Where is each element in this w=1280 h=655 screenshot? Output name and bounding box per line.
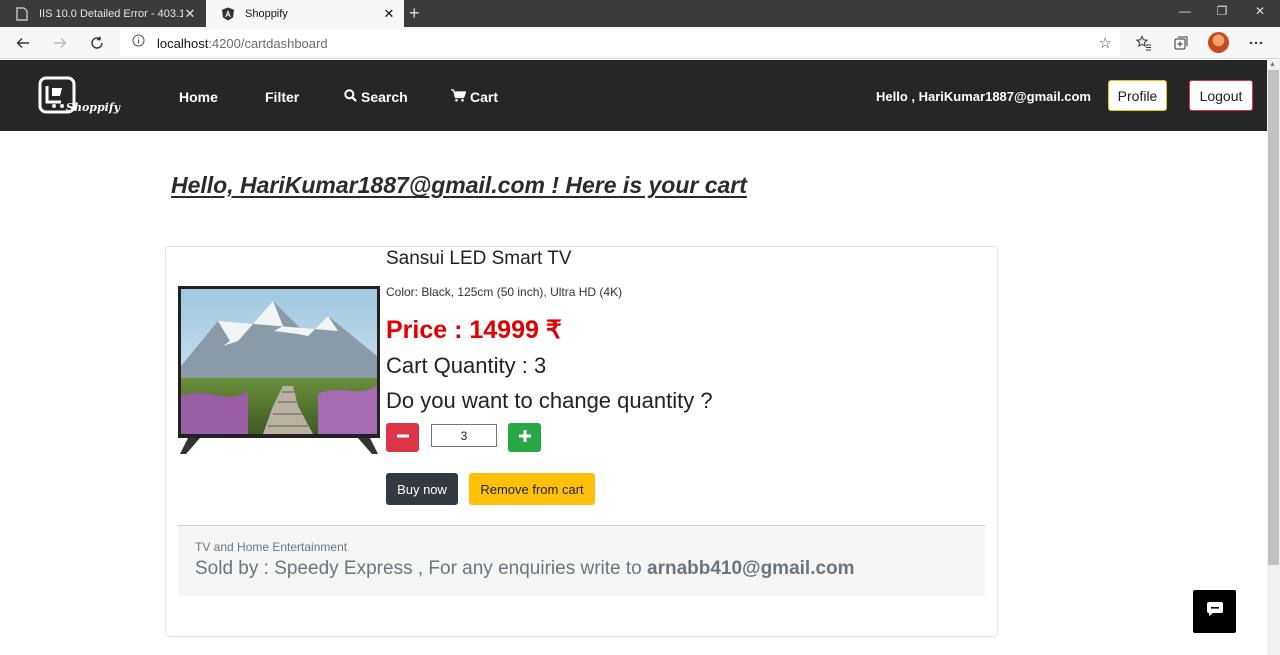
maximize-icon[interactable]: ❐: [1202, 4, 1242, 18]
url-field[interactable]: localhost:4200/cartdashboard ☆: [120, 30, 1120, 56]
collections-icon[interactable]: [1170, 32, 1192, 54]
tab-title: Shoppify: [245, 7, 288, 20]
nav-search-link[interactable]: Search: [344, 89, 408, 105]
seller-email: arnabb410@gmail.com: [647, 558, 855, 579]
decrease-quantity-button[interactable]: [386, 423, 419, 452]
nav-link-label: Home: [179, 89, 218, 105]
buy-now-button[interactable]: Buy now: [386, 473, 458, 505]
url-host: localhost: [157, 35, 209, 51]
minimize-icon[interactable]: —: [1165, 4, 1205, 18]
chat-icon: [1206, 600, 1224, 623]
nav-link-label: Cart: [470, 89, 499, 105]
tab-close-icon[interactable]: ✕: [382, 6, 396, 22]
nav-home-link[interactable]: Home: [179, 89, 218, 105]
product-category: TV and Home Entertainment: [195, 540, 348, 554]
site-navbar: Shoppify Home Filter Search Cart Hello ,…: [0, 60, 1267, 131]
browser-tab-shoppify[interactable]: Shoppify ✕: [206, 0, 404, 27]
minus-icon: [396, 429, 409, 447]
quantity-input[interactable]: [431, 424, 497, 447]
nav-link-label: Filter: [265, 89, 300, 105]
close-window-icon[interactable]: ✕: [1240, 4, 1280, 18]
forward-icon[interactable]: [49, 32, 71, 54]
nav-cart-link[interactable]: Cart: [451, 89, 498, 105]
page-heading: Hello, HariKumar1887@gmail.com ! Here is…: [171, 172, 747, 198]
url-path: :4200/cartdashboard: [208, 35, 328, 51]
search-icon: [344, 89, 357, 105]
remove-from-cart-button[interactable]: Remove from cart: [469, 473, 595, 505]
chat-button[interactable]: [1193, 590, 1236, 633]
product-description: Color: Black, 125cm (50 inch), Ultra HD …: [386, 285, 623, 299]
change-quantity-prompt: Do you want to change quantity ?: [386, 388, 713, 413]
scrollbar-thumb[interactable]: [1268, 70, 1279, 565]
back-icon[interactable]: [12, 32, 34, 54]
tab-close-icon[interactable]: ✕: [183, 6, 197, 22]
product-image: [178, 286, 380, 456]
logo-text: Shoppify: [66, 101, 120, 114]
document-icon: [14, 6, 30, 22]
logout-button[interactable]: Logout: [1189, 80, 1253, 111]
profile-avatar[interactable]: [1208, 32, 1229, 53]
cart-icon: [451, 89, 467, 105]
info-icon[interactable]: [132, 34, 145, 52]
browser-tab-bar: IIS 10.0 Detailed Error - 403.14 - ✕ Sho…: [0, 0, 1280, 27]
cart-quantity: Cart Quantity : 3: [386, 353, 547, 378]
nav-link-label: Search: [361, 89, 408, 105]
scroll-up-icon[interactable]: ▲: [1269, 61, 1276, 68]
user-greeting: Hello , HariKumar1887@gmail.com: [876, 89, 1091, 104]
new-tab-icon[interactable]: +: [409, 3, 420, 24]
shoppify-logo[interactable]: Shoppify: [38, 76, 120, 118]
plus-icon: [518, 429, 531, 447]
nav-filter-link[interactable]: Filter: [265, 89, 299, 105]
tab-title: IIS 10.0 Detailed Error - 403.14 -: [39, 7, 183, 20]
seller-info: Sold by : Speedy Express , For any enqui…: [195, 558, 855, 580]
favorites-icon[interactable]: [1133, 32, 1155, 54]
product-price: Price : 14999 ₹: [386, 316, 562, 344]
star-icon[interactable]: ☆: [1099, 34, 1112, 52]
more-icon[interactable]: [1245, 32, 1267, 54]
angular-icon: [220, 6, 236, 22]
card-footer: TV and Home Entertainment Sold by : Spee…: [178, 525, 985, 596]
refresh-icon[interactable]: [86, 32, 108, 54]
browser-tab-iis-error[interactable]: IIS 10.0 Detailed Error - 403.14 - ✕: [0, 0, 205, 27]
increase-quantity-button[interactable]: [508, 423, 541, 452]
seller-text: Sold by : Speedy Express , For any enqui…: [195, 558, 647, 579]
profile-button[interactable]: Profile: [1108, 80, 1167, 111]
product-title[interactable]: Sansui LED Smart TV: [386, 248, 572, 270]
address-bar: localhost:4200/cartdashboard ☆: [0, 27, 1280, 59]
